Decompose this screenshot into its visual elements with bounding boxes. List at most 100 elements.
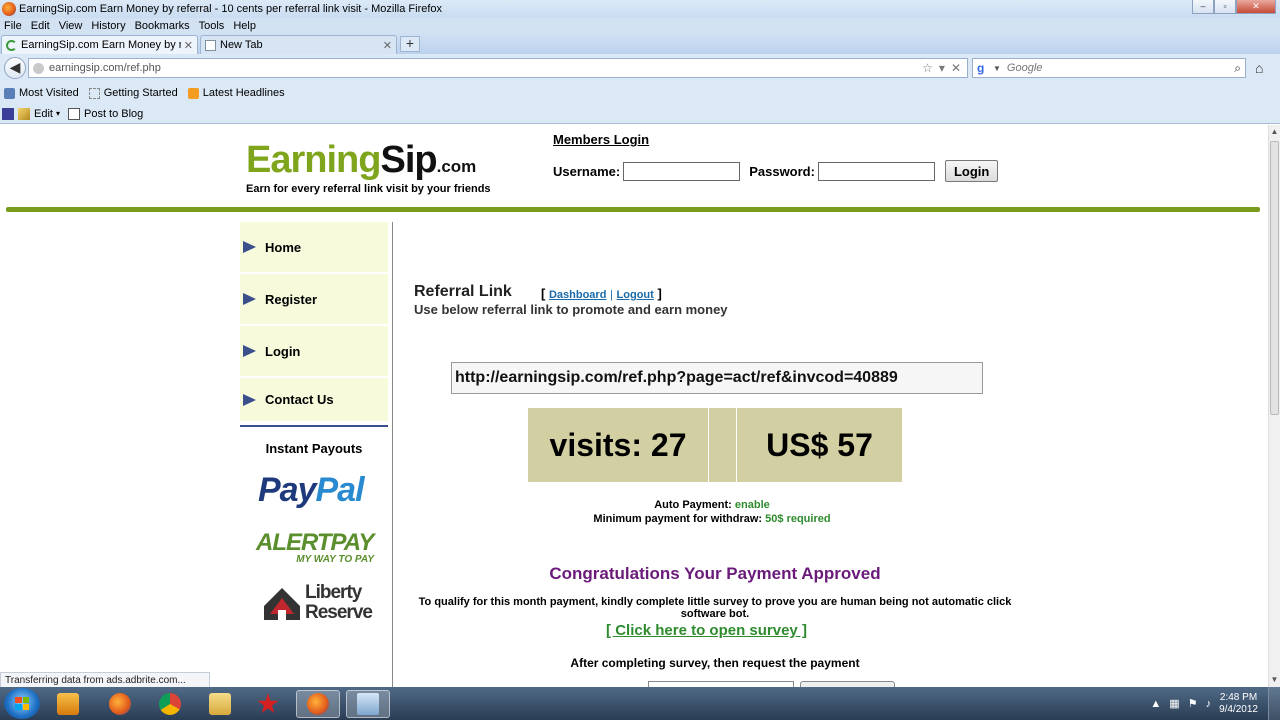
username-label: Username: [553, 163, 621, 179]
alertpay-logo: ALERTPAY MY WAY TO PAY [256, 529, 374, 565]
home-button[interactable]: ⌂ [1255, 60, 1263, 76]
volume-icon[interactable]: ♪ [1206, 698, 1212, 710]
min-payment-value: 50$ required [765, 513, 831, 525]
page-icon [205, 39, 216, 51]
logo-com: .com [436, 157, 477, 176]
close-tab-icon[interactable]: ✕ [184, 39, 193, 52]
sidebar-item-label: Home [265, 239, 302, 255]
tab-label: New Tab [220, 39, 263, 51]
after-survey-text: After completing survey, then request th… [570, 656, 860, 670]
tab-new-tab[interactable]: New Tab ✕ [200, 35, 397, 54]
new-tab-button[interactable]: + [400, 36, 420, 52]
bookmark-label: Most Visited [19, 87, 79, 99]
chevron-down-icon: ▾ [55, 109, 60, 118]
login-button[interactable]: Login [944, 160, 999, 182]
page-icon [88, 87, 100, 99]
close-tab-icon[interactable]: ✕ [383, 39, 392, 52]
back-button[interactable]: ◀ [4, 57, 26, 79]
rss-feed-icon [187, 87, 199, 99]
login-form: Username: Password: Login [553, 160, 999, 182]
star-app-taskbar-icon[interactable] [246, 690, 290, 718]
loading-spinner-icon [6, 39, 17, 51]
logout-link[interactable]: Logout [617, 289, 654, 301]
paypal-logo: PayPal [258, 471, 365, 509]
account-links: [ Dashboard | Logout ] [541, 286, 662, 301]
close-window-button[interactable]: ✕ [1236, 0, 1276, 14]
edit-toolbar-button[interactable]: Edit ▾ [18, 107, 60, 120]
column-divider [392, 222, 393, 687]
windows-taskbar: ▲ ▦ ⚑ ♪ 2:48 PM 9/4/2012 [0, 687, 1280, 720]
url-input[interactable] [49, 62, 923, 74]
addon-logo-icon[interactable] [2, 107, 14, 120]
explorer-taskbar-icon[interactable] [198, 690, 242, 718]
stop-icon[interactable]: ✕ [951, 61, 961, 75]
visits-counter: visits: 27 [528, 408, 708, 482]
windows-logo-icon [15, 697, 29, 710]
scroll-up-icon[interactable]: ▲ [1269, 125, 1280, 139]
firefox-taskbar-icon[interactable] [98, 690, 142, 718]
menu-edit[interactable]: Edit [31, 20, 50, 32]
members-login-title: Members Login [553, 132, 650, 147]
minimize-button[interactable]: – [1192, 0, 1214, 14]
arrow-right-icon [243, 241, 256, 253]
navigation-bar: ◀ ☆ ▾ ✕ g ▼ ⌕ ⌂ [0, 54, 1280, 82]
menu-help[interactable]: Help [233, 20, 256, 32]
referral-url-field[interactable] [451, 362, 983, 394]
clock[interactable]: 2:48 PM 9/4/2012 [1219, 692, 1258, 716]
menu-tools[interactable]: Tools [199, 20, 225, 32]
dashboard-link[interactable]: Dashboard [549, 289, 606, 301]
pencil-icon [18, 107, 30, 120]
clock-date: 9/4/2012 [1219, 703, 1258, 715]
bookmark-latest-headlines[interactable]: Latest Headlines [187, 87, 285, 99]
start-button[interactable] [4, 688, 40, 719]
header-divider [6, 207, 1260, 212]
show-hidden-icons-icon[interactable]: ▲ [1150, 698, 1161, 710]
sidebar-divider [240, 425, 388, 427]
bookmarks-toolbar: Most Visited Getting Started Latest Head… [0, 82, 1280, 104]
sidebar-item-register[interactable]: Register [240, 274, 388, 324]
media-player-taskbar-icon[interactable] [46, 690, 90, 718]
bookmark-label: Getting Started [103, 87, 178, 99]
bookmark-getting-started[interactable]: Getting Started [88, 87, 178, 99]
sidebar-item-contact-us[interactable]: Contact Us [240, 378, 388, 421]
sidebar-item-home[interactable]: Home [240, 222, 388, 272]
bookmark-star-icon[interactable]: ☆ [922, 61, 933, 75]
menu-view[interactable]: View [59, 20, 83, 32]
bookmark-most-visited[interactable]: Most Visited [4, 87, 79, 99]
scroll-down-icon[interactable]: ▼ [1269, 673, 1280, 687]
bookmark-label: Latest Headlines [202, 87, 285, 99]
menu-history[interactable]: History [91, 20, 125, 32]
firefox-active-taskbar-icon[interactable] [296, 690, 340, 718]
chevron-down-icon[interactable]: ▼ [993, 64, 1001, 73]
network-icon[interactable]: ▦ [1169, 697, 1179, 710]
chrome-taskbar-icon[interactable] [148, 690, 192, 718]
search-input[interactable] [1006, 62, 1235, 74]
arrow-right-icon [243, 345, 256, 357]
search-icon[interactable]: ⌕ [1234, 61, 1241, 76]
show-desktop-button[interactable] [1268, 687, 1280, 720]
scrollbar-thumb[interactable] [1270, 141, 1279, 415]
menu-file[interactable]: File [4, 20, 22, 32]
password-field[interactable] [817, 161, 935, 181]
post-to-blog-button[interactable]: Post to Blog [67, 107, 143, 120]
instant-payouts-title: Instant Payouts [265, 441, 363, 456]
site-logo[interactable]: EarningSip.com [246, 139, 476, 182]
sidebar-item-login[interactable]: Login [240, 326, 388, 376]
site-identity-icon[interactable] [33, 62, 44, 74]
payment-info: Auto Payment: enable Minimum payment for… [593, 499, 831, 525]
history-dropdown-icon[interactable]: ▾ [939, 61, 945, 75]
survey-link[interactable]: [ Click here to open survey ] [606, 622, 807, 639]
addon-toolbar: Edit ▾ Post to Blog [0, 104, 1280, 124]
google-engine-icon[interactable]: g [977, 61, 991, 75]
menu-bar: File Edit View History Bookmarks Tools H… [0, 18, 1280, 34]
username-field[interactable] [623, 161, 741, 181]
maximize-button[interactable]: ▫ [1214, 0, 1236, 14]
window-taskbar-icon[interactable] [346, 690, 390, 718]
flag-icon[interactable]: ⚑ [1188, 697, 1198, 710]
earnings-counter: US$ 57 [737, 408, 902, 482]
site-tagline: Earn for every referral link visit by yo… [246, 183, 491, 195]
vertical-scrollbar[interactable]: ▲ ▼ [1268, 125, 1280, 687]
menu-bookmarks[interactable]: Bookmarks [135, 20, 190, 32]
arrow-right-icon [243, 393, 256, 406]
tab-earningsip[interactable]: EarningSip.com Earn Money by referr... ✕ [1, 35, 198, 54]
